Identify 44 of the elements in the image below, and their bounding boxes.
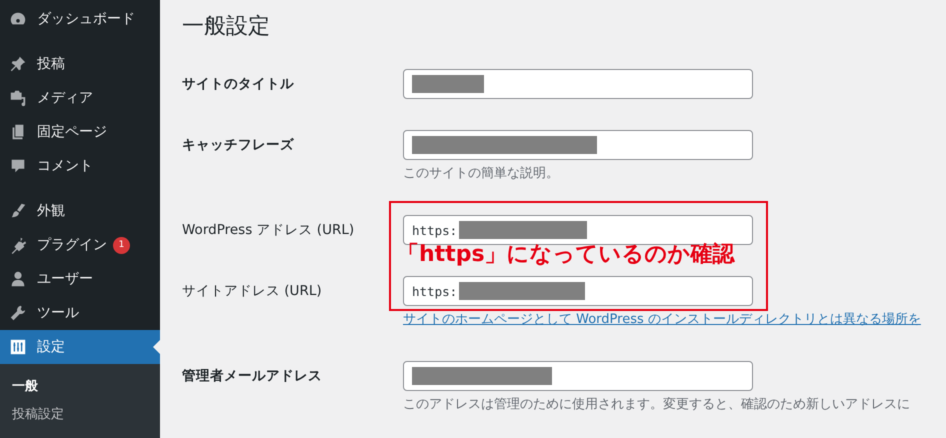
sidebar-item[interactable]: ユーザー (0, 262, 160, 296)
submenu-item[interactable]: 投稿設定 (0, 401, 160, 429)
brush-icon (9, 202, 27, 220)
page-title: 一般設定 (182, 13, 271, 41)
sidebar-label: ツール (37, 304, 79, 322)
sidebar-label: メディア (37, 89, 93, 107)
sidebar-item[interactable]: ツール (0, 296, 160, 330)
wrench-icon (9, 304, 27, 322)
sidebar-item[interactable]: コメント (0, 149, 160, 183)
sidebar-label: 外観 (37, 202, 65, 220)
field-label: サイトのタイトル (182, 75, 295, 94)
media-icon (9, 89, 27, 107)
input-field[interactable] (403, 69, 753, 99)
plug-icon (9, 236, 27, 254)
sidebar-label: ユーザー (37, 270, 93, 288)
sidebar-label: 設定 (37, 338, 65, 356)
submenu-item[interactable]: 一般 (0, 373, 160, 401)
settings-icon (9, 338, 27, 356)
field-description: このアドレスは管理のために使用されます。変更すると、確認のため新しいアドレスに (403, 396, 910, 414)
sidebar-item[interactable]: 外観 (0, 194, 160, 228)
field-label: WordPress アドレス (URL) (182, 221, 356, 240)
sidebar-label: ダッシュボード (37, 10, 135, 28)
user-icon (9, 270, 27, 288)
sidebar-item[interactable]: プラグイン 1 (0, 228, 160, 262)
sidebar-item[interactable]: 設定 (0, 330, 160, 364)
pin-icon (9, 55, 27, 73)
description-link[interactable]: サイトのホームページとして WordPress のインストールディレクトリとは異なる場所を (403, 310, 921, 330)
input-field[interactable]: https: (403, 276, 753, 306)
field-label: 管理者メールアドレス (182, 367, 323, 386)
input-field[interactable] (403, 130, 753, 160)
sidebar-label: プラグイン (37, 236, 107, 254)
sidebar-label: 固定ページ (37, 123, 107, 141)
field-label: キャッチフレーズ (182, 136, 295, 155)
sidebar-item[interactable]: ダッシュボード (0, 2, 160, 36)
sidebar-label: コメント (37, 157, 93, 175)
input-field[interactable] (403, 361, 753, 391)
sidebar-item[interactable]: 固定ページ (0, 115, 160, 149)
comment-icon (9, 157, 27, 175)
count-badge: 1 (113, 236, 130, 254)
field-label: サイトアドレス (URL) (182, 282, 323, 301)
sidebar-item[interactable]: メディア (0, 81, 160, 115)
sidebar-item[interactable]: 投稿 (0, 47, 160, 81)
field-description: このサイトの簡単な説明。 (403, 165, 560, 183)
sidebar-label: 投稿 (37, 55, 65, 73)
